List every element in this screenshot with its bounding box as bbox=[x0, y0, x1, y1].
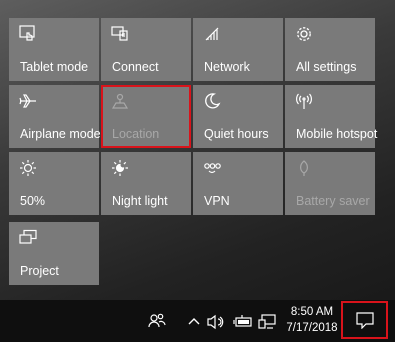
tile-label: Airplane mode bbox=[20, 127, 101, 141]
moon-icon bbox=[205, 93, 221, 109]
tile-label: Connect bbox=[112, 60, 159, 74]
tile-location[interactable]: Location bbox=[101, 85, 191, 148]
battery-icon[interactable] bbox=[233, 315, 253, 329]
network-icon bbox=[205, 27, 219, 41]
tile-label: Project bbox=[20, 264, 59, 278]
battery-saver-icon bbox=[300, 160, 308, 176]
tile-project[interactable]: Project bbox=[9, 222, 99, 285]
tile-label: Mobile hotspot bbox=[296, 127, 378, 141]
tile-quiet-hours[interactable]: Quiet hours bbox=[193, 85, 283, 148]
tile-label: Tablet mode bbox=[20, 60, 89, 74]
tile-label: VPN bbox=[204, 194, 230, 208]
vpn-icon bbox=[204, 163, 221, 174]
hotspot-icon bbox=[296, 93, 312, 109]
tile-mobile-hotspot[interactable]: Mobile hotspot bbox=[285, 85, 378, 148]
tile-label: Night light bbox=[112, 194, 168, 208]
tile-night-light[interactable]: Night light bbox=[101, 152, 191, 215]
tablet-mode-icon bbox=[19, 25, 35, 41]
tile-all-settings[interactable]: All settings bbox=[285, 18, 375, 81]
clock-date: 7/17/2018 bbox=[286, 322, 338, 334]
tile-vpn[interactable]: VPN bbox=[193, 152, 283, 215]
clock[interactable]: 8:50 AM 7/17/2018 bbox=[283, 304, 341, 336]
tile-airplane-mode[interactable]: Airplane mode bbox=[9, 85, 101, 148]
volume-icon[interactable] bbox=[207, 314, 225, 330]
action-center-icon bbox=[356, 312, 374, 329]
tile-label: Quiet hours bbox=[204, 127, 269, 141]
night-light-icon bbox=[112, 160, 128, 176]
gear-icon bbox=[297, 27, 311, 41]
tile-brightness[interactable]: 50% bbox=[9, 152, 99, 215]
tile-label: Battery saver bbox=[296, 194, 370, 208]
brightness-icon bbox=[20, 160, 36, 176]
action-center-button[interactable] bbox=[341, 301, 388, 339]
airplane-icon bbox=[19, 94, 36, 108]
tile-label: All settings bbox=[296, 60, 357, 74]
tile-tablet-mode[interactable]: Tablet mode bbox=[9, 18, 99, 81]
network-wired-icon[interactable] bbox=[258, 314, 276, 330]
tile-label: Network bbox=[204, 60, 250, 74]
tile-label: Location bbox=[112, 127, 160, 141]
clock-time: 8:50 AM bbox=[290, 306, 334, 318]
people-icon[interactable] bbox=[148, 312, 166, 330]
connect-icon bbox=[111, 26, 128, 41]
tile-connect[interactable]: Connect bbox=[101, 18, 191, 81]
location-icon bbox=[111, 93, 129, 109]
tile-network[interactable]: Network bbox=[193, 18, 283, 81]
project-icon bbox=[19, 229, 37, 244]
tile-label: 50% bbox=[20, 194, 46, 208]
tile-battery-saver[interactable]: Battery saver bbox=[285, 152, 375, 215]
chevron-up-icon[interactable] bbox=[187, 315, 201, 327]
